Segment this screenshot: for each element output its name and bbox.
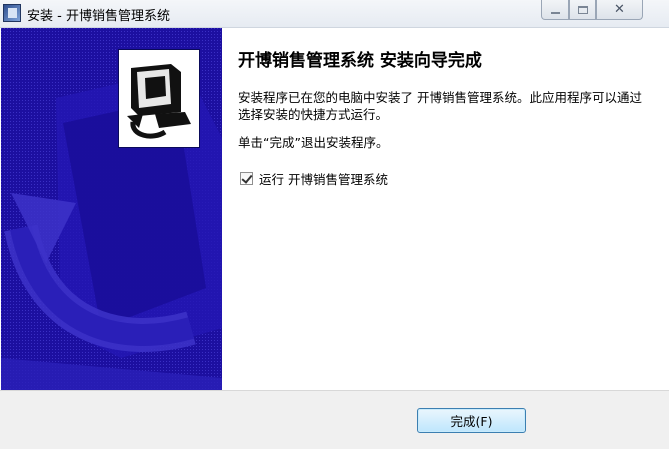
minimize-icon: [550, 11, 560, 14]
run-app-checkbox[interactable]: [240, 172, 253, 185]
finish-button[interactable]: 完成(F): [417, 408, 526, 433]
maximize-icon: [577, 5, 588, 14]
exit-instruction-text: 单击“完成”退出安装程序。: [238, 135, 389, 150]
run-app-option[interactable]: 运行 开博销售管理系统: [240, 169, 388, 188]
wizard-footer: 完成(F): [0, 390, 669, 449]
wizard-banner: [1, 28, 222, 390]
wizard-heading: 开博销售管理系统 安装向导完成: [238, 51, 482, 71]
minimize-button[interactable]: [541, 0, 569, 20]
window-title: 安装 - 开博销售管理系统: [27, 9, 170, 24]
close-icon: ✕: [614, 2, 625, 17]
title-bar: 安装 - 开博销售管理系统 ✕: [0, 0, 669, 28]
close-button[interactable]: ✕: [596, 0, 643, 20]
wizard-content: 开博销售管理系统 安装向导完成 安装程序已在您的电脑中安装了 开博销售管理系统。…: [222, 28, 667, 390]
maximize-button[interactable]: [569, 0, 596, 20]
setup-logo: [118, 49, 200, 148]
computer-install-icon: [125, 58, 195, 142]
installer-icon: [3, 4, 21, 22]
install-complete-text: 安装程序已在您的电脑中安装了 开博销售管理系统。此应用程序可以通过选择安装的快捷…: [238, 90, 642, 122]
run-app-label[interactable]: 运行 开博销售管理系统: [259, 169, 388, 188]
